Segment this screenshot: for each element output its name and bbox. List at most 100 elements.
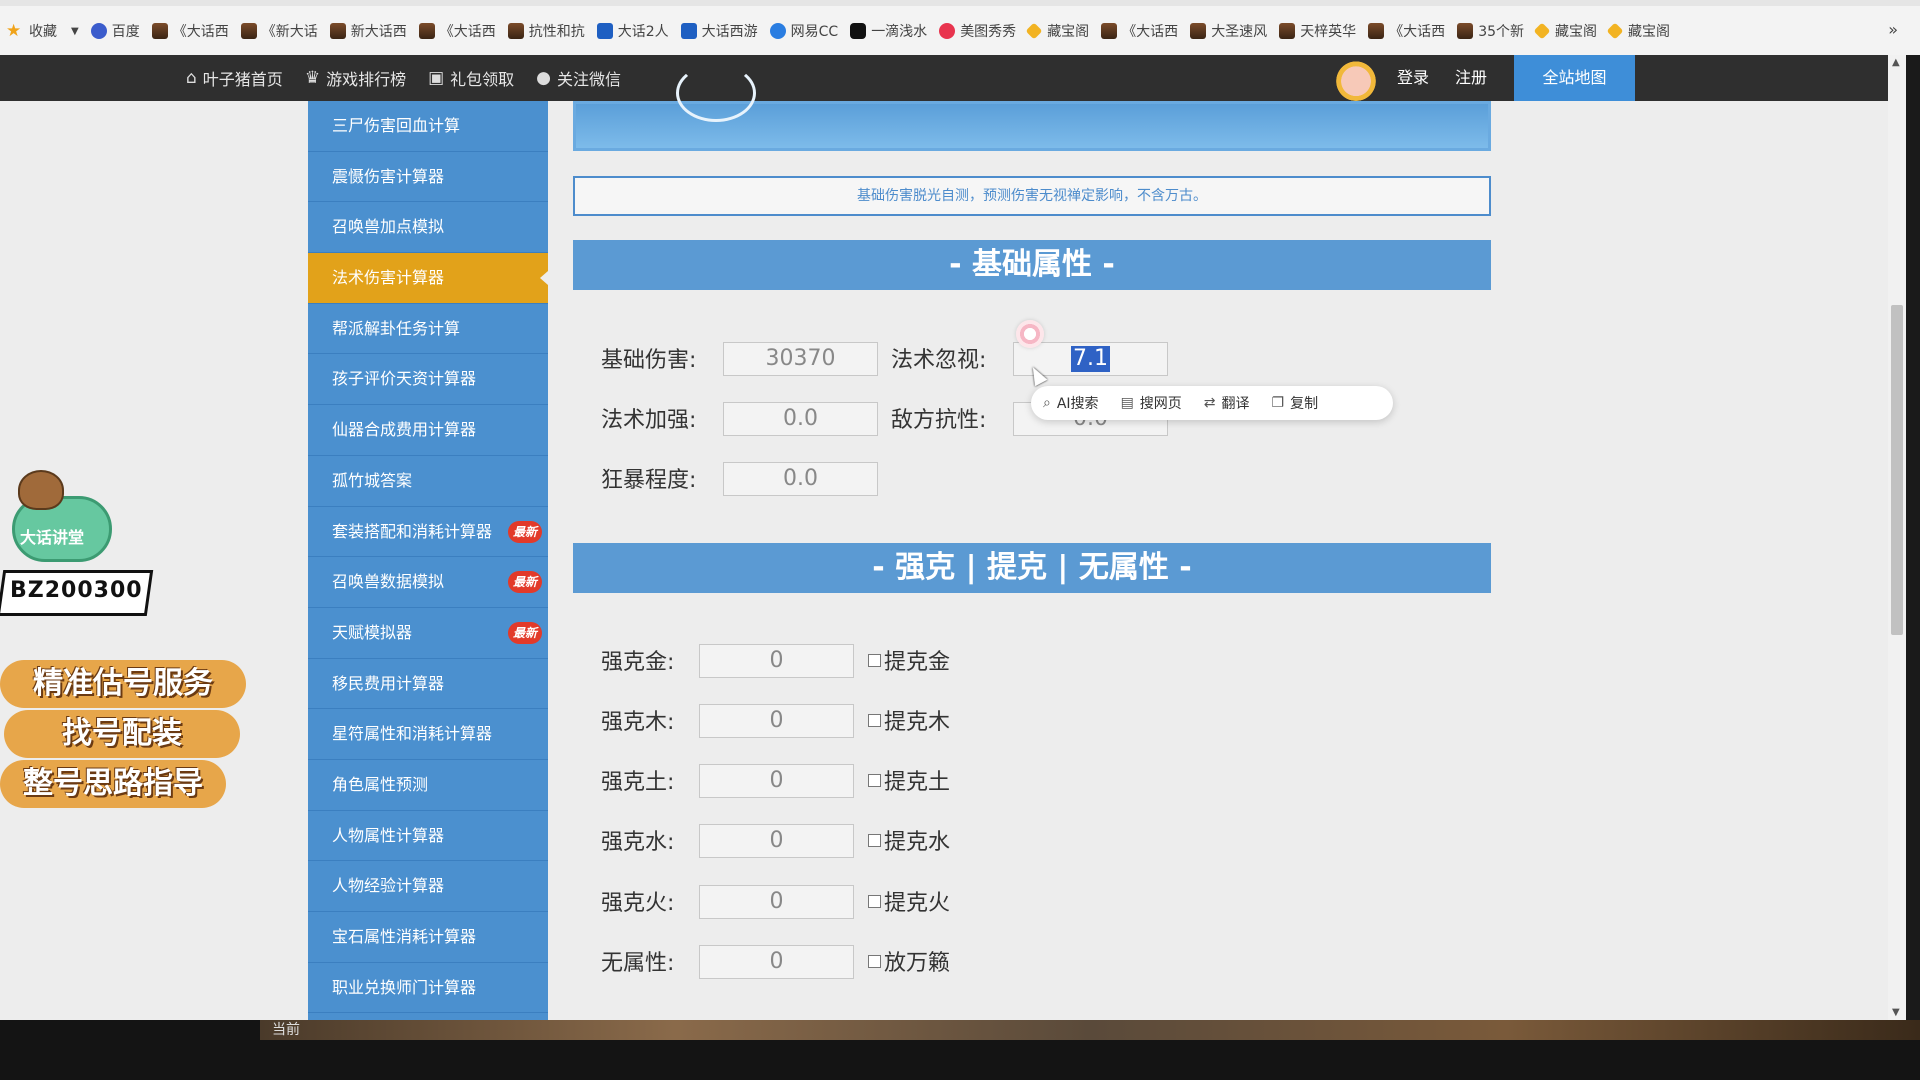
bookmark-item[interactable]: 大圣速风	[1190, 20, 1267, 42]
nav-gift[interactable]: ▣ 礼包领取	[428, 66, 514, 90]
bookmark-item[interactable]: 大话2人	[596, 20, 669, 42]
site-top-nav: ⌂ 叶子猪首页 ♛ 游戏排行榜 ▣ 礼包领取 ● 关注微信 登录 注册 全站地图	[0, 55, 1888, 101]
bookmark-item[interactable]: 一滴浅水	[850, 20, 927, 42]
sidebar-item[interactable]: 角色属性预测	[308, 760, 548, 811]
game-icon	[151, 23, 168, 39]
bookmark-item[interactable]: 美图秀秀	[939, 20, 1016, 42]
sidebar-item[interactable]: 天赋模拟器 最新	[308, 608, 548, 659]
sitemap-button[interactable]: 全站地图	[1514, 55, 1635, 101]
new-badge: 最新	[507, 571, 542, 594]
browser-top-strip	[0, 0, 1920, 6]
promo-float-ad[interactable]: 大话讲堂 BZ200300 精准估号服务 找号配装 整号思路指导	[0, 470, 250, 830]
wanlai-checkbox[interactable]: 放万籁	[868, 945, 950, 977]
sidebar-item[interactable]: 孩子评价天资计算器	[308, 354, 548, 406]
bookmark-item[interactable]: 天梓英华	[1279, 20, 1356, 42]
bookmark-item[interactable]: 网易CC	[769, 20, 838, 42]
no-element-input[interactable]: 0	[699, 945, 854, 979]
bookmark-item[interactable]: 藏宝阁	[1606, 20, 1670, 42]
bookmark-item[interactable]: 大话西游	[680, 20, 758, 42]
sidebar-item[interactable]: 人物属性计算器	[308, 811, 548, 862]
checkbox-box[interactable]	[868, 713, 881, 727]
bookmark-item[interactable]: 抗性和抗	[507, 20, 585, 42]
strong-fire-input[interactable]: 0	[699, 885, 854, 919]
translate-button[interactable]: ⇄ 翻译	[1204, 393, 1250, 413]
sidebar-item[interactable]: 套装搭配和消耗计算器 最新	[308, 507, 548, 558]
boost-fire-checkbox[interactable]: 提克火	[868, 885, 950, 917]
bookmarks-bar: ★ 收藏 ▼ 百度 《大话西 《新大话 新大话西 《大话西 抗性和抗 大话2人 大话…	[0, 0, 1920, 62]
section-title-element: - 强克 | 提克 | 无属性 -	[573, 543, 1491, 593]
boost-earth-checkbox[interactable]: 提克土	[868, 764, 950, 796]
ai-search-button[interactable]: ⌕ AI搜索	[1043, 393, 1099, 413]
checkbox-box[interactable]	[868, 833, 881, 847]
crit-degree-input[interactable]: 0.0	[723, 462, 878, 496]
sidebar-item[interactable]: 移民费用计算器	[308, 659, 548, 710]
sidebar-item[interactable]: 仙器合成费用计算器	[308, 405, 548, 456]
bookmark-item[interactable]: 《大话西	[151, 20, 229, 42]
nav-home[interactable]: ⌂ 叶子猪首页	[186, 66, 283, 90]
sidebar-item[interactable]: 宝石属性消耗计算器	[308, 912, 548, 963]
sidebar-item[interactable]: 召唤兽加点模拟	[308, 202, 548, 254]
sidebar-item[interactable]: 人物经验计算器	[308, 861, 548, 912]
copy-icon: ❐	[1271, 395, 1285, 411]
bookmark-item[interactable]: 百度	[90, 20, 140, 42]
game-icon	[1190, 23, 1207, 39]
strong-water-input[interactable]: 0	[699, 824, 854, 858]
chevron-down-icon[interactable]: ▼	[71, 26, 79, 37]
bookmark-item[interactable]: 35个新	[1457, 20, 1524, 42]
boost-wood-checkbox[interactable]: 提克木	[868, 704, 950, 736]
window-edge	[1906, 55, 1920, 1020]
scroll-up-icon[interactable]: ▲	[1892, 57, 1900, 68]
sidebar-item-active[interactable]: 法术伤害计算器	[308, 253, 548, 304]
no-element-label: 无属性:	[601, 951, 675, 976]
bookmark-favorites[interactable]: ★ 收藏 ▼	[6, 20, 79, 42]
checkbox-box[interactable]	[868, 773, 881, 787]
bookmark-item[interactable]: 藏宝阁	[1533, 20, 1597, 42]
strong-earth-input[interactable]: 0	[699, 764, 854, 798]
bookmark-item[interactable]: 《大话西	[1368, 20, 1445, 42]
star-icon: ★	[6, 21, 22, 41]
sidebar-item[interactable]: 职业兑换师门计算器	[308, 963, 548, 1014]
calculator-sidebar: 三尸伤害回血计算 震慑伤害计算器 召唤兽加点模拟 法术伤害计算器 帮派解卦任务计…	[308, 101, 548, 1020]
strong-earth-label: 强克土:	[601, 770, 675, 795]
checkbox-box[interactable]	[868, 653, 881, 667]
nav-game-ranking[interactable]: ♛ 游戏排行榜	[305, 66, 406, 90]
sidebar-item[interactable]: 震慑伤害计算器	[308, 152, 548, 203]
sidebar-item[interactable]: 星符属性和消耗计算器	[308, 709, 548, 760]
sidebar-item[interactable]: 召唤兽数据模拟 最新	[308, 557, 548, 608]
sidebar-item[interactable]: 帮派解卦任务计算	[308, 304, 548, 355]
strong-metal-input[interactable]: 0	[699, 644, 854, 678]
meitu-icon	[939, 23, 956, 39]
dahua-icon	[596, 23, 613, 39]
copy-button[interactable]: ❐ 复制	[1272, 393, 1319, 413]
login-link[interactable]: 登录	[1397, 55, 1429, 101]
ai-assistant-icon[interactable]	[1016, 320, 1044, 348]
magic-enhance-input[interactable]: 0.0	[723, 402, 878, 436]
game-icon	[1279, 23, 1296, 39]
money-bag-icon	[18, 470, 64, 510]
bookmark-item[interactable]: 《新大话	[240, 20, 318, 42]
sidebar-item[interactable]: 三尸伤害回血计算	[308, 101, 548, 152]
strong-wood-input[interactable]: 0	[699, 704, 854, 738]
web-search-button[interactable]: ▤ 搜网页	[1121, 393, 1182, 413]
sidebar-item[interactable]: 孤竹城答案	[308, 456, 548, 507]
boost-water-checkbox[interactable]: 提克水	[868, 824, 950, 856]
page-scrollbar[interactable]: ▲ ▼	[1888, 55, 1906, 1020]
boost-metal-checkbox[interactable]: 提克金	[868, 644, 950, 676]
game-window-strip[interactable]	[260, 1020, 1920, 1040]
notice-box: 基础伤害脱光自测，预测伤害无视禅定影响，不含万古。	[573, 176, 1491, 216]
base-damage-input[interactable]: 30370	[723, 342, 878, 376]
nav-wechat[interactable]: ● 关注微信	[536, 66, 621, 90]
bookmark-item[interactable]: 新大话西	[329, 20, 407, 42]
register-link[interactable]: 注册	[1455, 55, 1487, 101]
bookmark-item[interactable]: 《大话西	[1101, 20, 1178, 42]
checkbox-box[interactable]	[868, 954, 881, 968]
bookmarks-more-button[interactable]: »	[1888, 20, 1898, 39]
bookmark-item[interactable]: 藏宝阁	[1025, 20, 1089, 42]
search-icon: ⌕	[1043, 395, 1051, 411]
baidu-paw-icon	[90, 23, 107, 39]
dahua-icon	[680, 23, 697, 39]
bookmark-item[interactable]: 《大话西	[418, 20, 496, 42]
scroll-down-icon[interactable]: ▼	[1892, 1007, 1900, 1018]
scroll-thumb[interactable]	[1891, 305, 1903, 635]
checkbox-box[interactable]	[868, 894, 881, 908]
